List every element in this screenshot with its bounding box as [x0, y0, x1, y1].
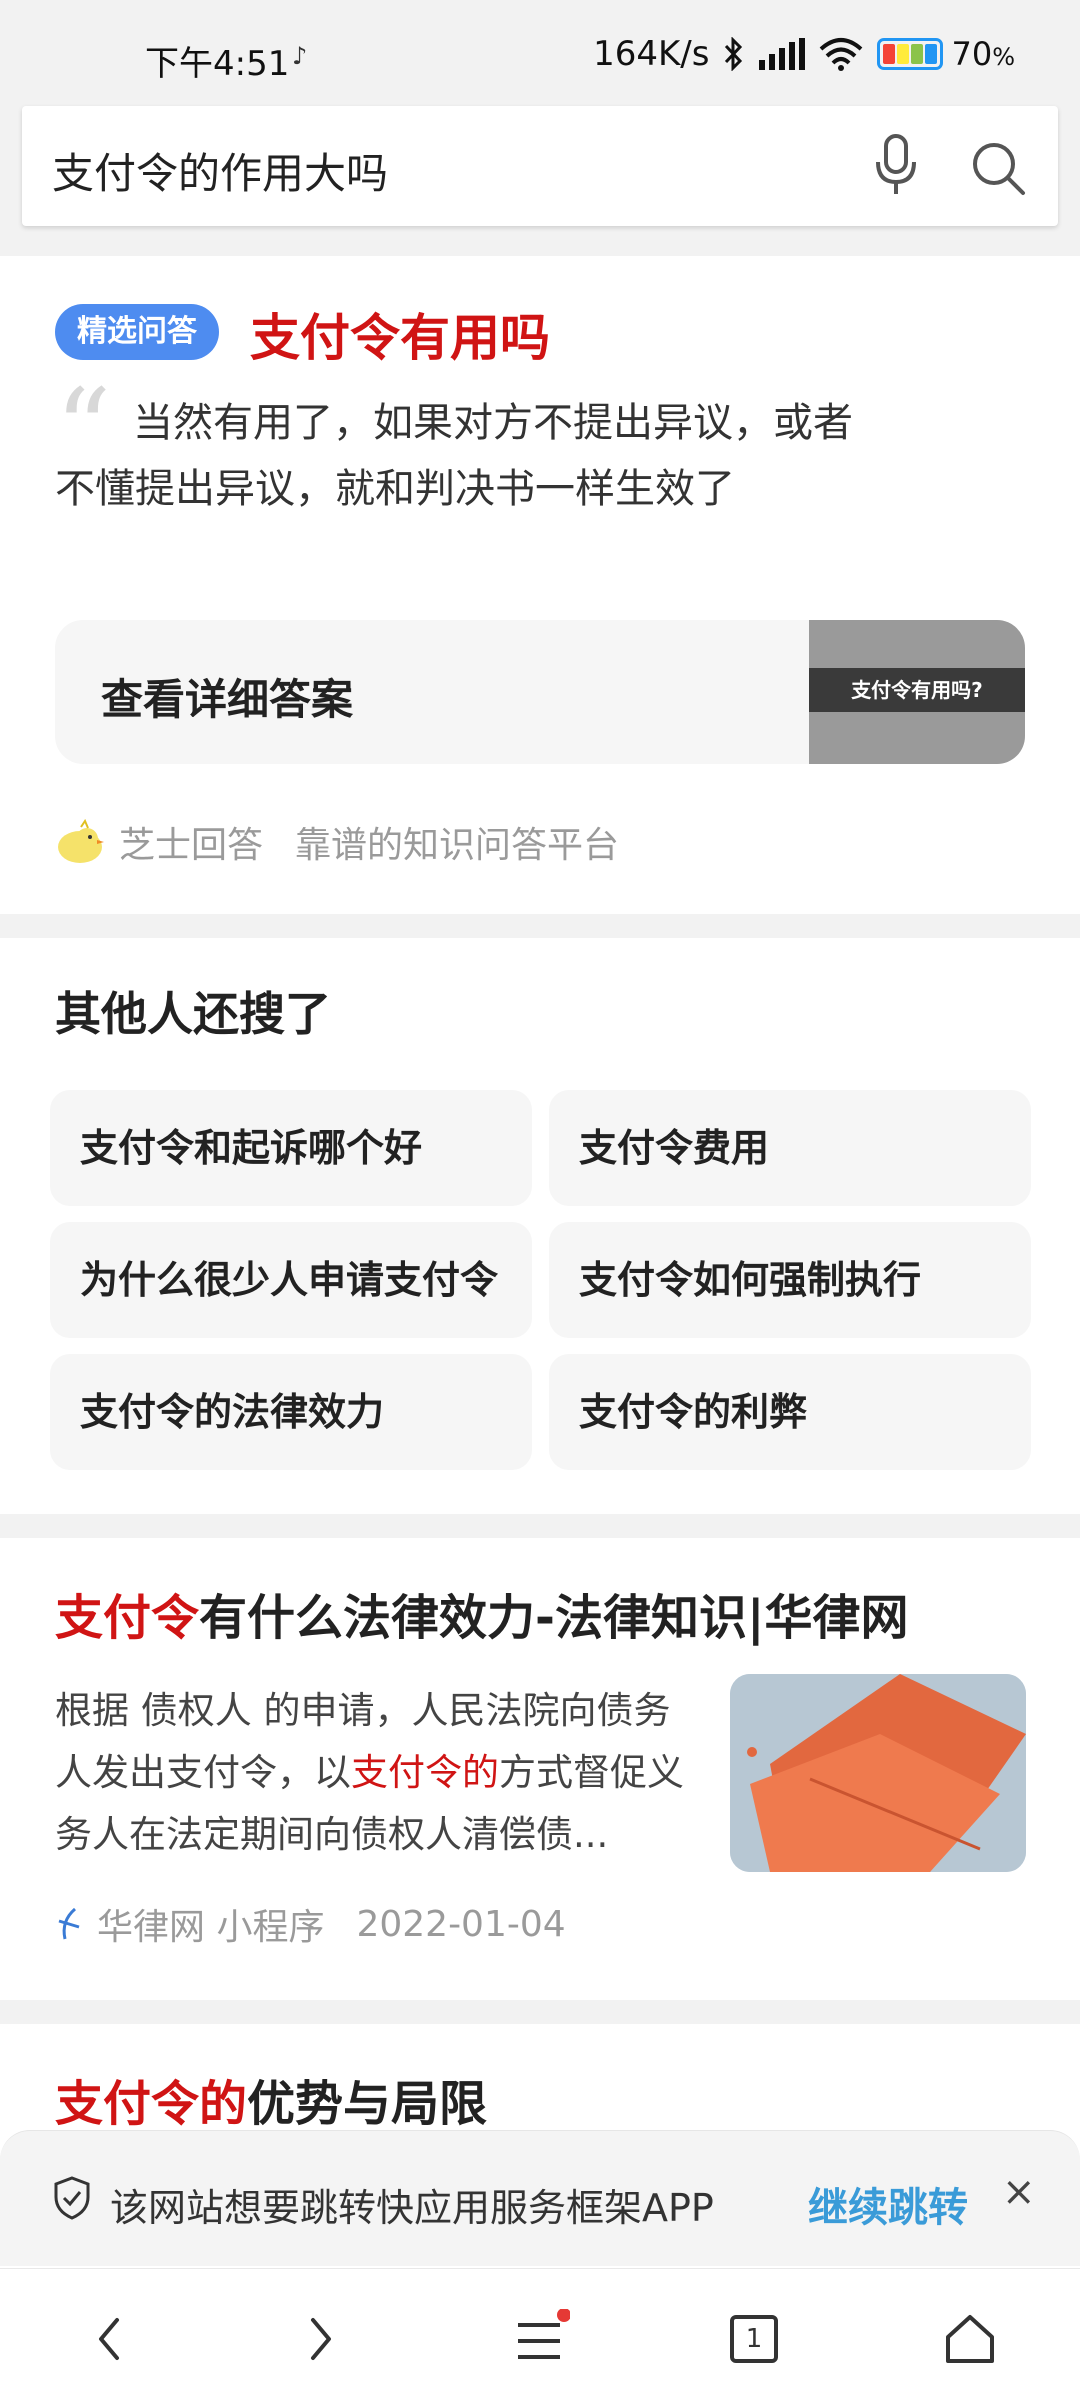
search-result[interactable]: 支付令有什么法律效力-法律知识|华律网 根据 债权人 的申请，人民法院向债务人发…	[0, 1538, 1080, 2000]
featured-badge: 精选问答	[55, 304, 219, 360]
featured-answer: 当然有用了，如果对方不提出异议，或者不懂提出异议，就和判决书一样生效了	[55, 400, 853, 512]
related-search-chip[interactable]: 支付令和起诉哪个好	[50, 1090, 532, 1206]
tabs-count: 1	[730, 2315, 778, 2363]
bluetooth-icon	[725, 37, 743, 71]
related-search-chip[interactable]: 支付令如何强制执行	[549, 1222, 1031, 1338]
result-title-highlight: 支付令的	[55, 2076, 248, 2132]
tiktok-icon: ♪	[292, 42, 308, 70]
status-time: 下午4:51	[145, 44, 290, 84]
chick-icon	[58, 819, 104, 863]
status-right-group: 164K/s 70%	[593, 34, 1015, 74]
status-bar: 下午4:51 ♪ 164K/s 70%	[0, 0, 1080, 88]
net-speed: 164K/s	[593, 34, 710, 74]
battery-indicator: 70%	[877, 35, 1015, 73]
related-search-chip[interactable]: 支付令的利弊	[549, 1354, 1031, 1470]
detail-thumbnail-text: 支付令有用吗?	[809, 668, 1025, 712]
banner-text: 该网站想要跳转快应用服务框架APP	[110, 2186, 714, 2230]
menu-icon[interactable]	[500, 2299, 580, 2379]
result-title[interactable]: 支付令有什么法律效力-法律知识|华律网	[55, 1578, 908, 1648]
source-name: 芝士回答	[119, 825, 264, 866]
view-detail-button[interactable]: 查看详细答案 支付令有用吗?	[55, 620, 1025, 764]
quick-app-banner: 该网站想要跳转快应用服务框架APP 继续跳转 ×	[0, 2130, 1080, 2266]
result-source: 华律网 小程序 2022-01-04	[55, 1898, 566, 1950]
result-title-highlight: 支付令	[55, 1590, 200, 1646]
result-title[interactable]: 支付令的优势与局限	[55, 2064, 487, 2134]
featured-source[interactable]: 芝士回答 靠谱的知识问答平台	[55, 816, 619, 868]
related-search-chip[interactable]: 支付令费用	[549, 1090, 1031, 1206]
result-title-rest: 有什么法律效力-法律知识|华律网	[199, 1590, 909, 1646]
featured-title[interactable]: 支付令有用吗	[250, 298, 550, 370]
related-searches-card: 其他人还搜了 支付令和起诉哪个好 支付令费用 为什么很少人申请支付令 支付令如何…	[0, 938, 1080, 1514]
red-envelope-image	[730, 1674, 1026, 1872]
battery-icon	[877, 38, 944, 70]
home-icon[interactable]	[930, 2299, 1010, 2379]
view-detail-label: 查看详细答案	[101, 675, 354, 724]
search-input[interactable]: 支付令的作用大吗	[52, 140, 388, 201]
source-description: 靠谱的知识问答平台	[295, 825, 620, 866]
signal-icon	[759, 38, 806, 70]
result-title-rest: 优势与局限	[247, 2076, 488, 2132]
featured-qa-card: 精选问答 支付令有用吗 “ 当然有用了，如果对方不提出异议，或者不懂提出异议，就…	[0, 256, 1080, 914]
back-arrow-icon[interactable]	[68, 2299, 148, 2379]
wifi-icon	[820, 38, 863, 71]
related-search-chip[interactable]: 为什么很少人申请支付令	[50, 1222, 532, 1338]
shield-icon	[54, 2176, 90, 2220]
battery-percent: 70	[951, 35, 993, 73]
battery-percent-symbol: %	[992, 43, 1015, 71]
result-date: 2022-01-04	[356, 1903, 566, 1945]
result-thumbnail[interactable]	[730, 1674, 1026, 1872]
bottom-navigation: 1	[0, 2268, 1080, 2400]
forward-arrow-icon[interactable]	[282, 2299, 362, 2379]
tabs-button[interactable]: 1	[714, 2299, 794, 2379]
related-search-chip[interactable]: 支付令的法律效力	[50, 1354, 532, 1470]
search-bar[interactable]: 支付令的作用大吗	[22, 106, 1058, 226]
result-source-name: 华律网 小程序	[97, 1907, 325, 1948]
close-icon[interactable]: ×	[1002, 2169, 1036, 2215]
search-icon[interactable]	[970, 140, 1026, 196]
mic-icon[interactable]	[874, 134, 918, 198]
snippet-highlight: 支付令的	[351, 1751, 499, 1794]
result-snippet: 根据 债权人 的申请，人民法院向债务人发出支付令，以支付令的方式督促义务人在法定…	[55, 1680, 695, 1866]
related-searches-title: 其他人还搜了	[55, 987, 331, 1041]
detail-thumbnail: 支付令有用吗?	[809, 620, 1025, 764]
site-logo-icon	[58, 1907, 80, 1940]
continue-redirect-button[interactable]: 继续跳转	[808, 2175, 968, 2233]
